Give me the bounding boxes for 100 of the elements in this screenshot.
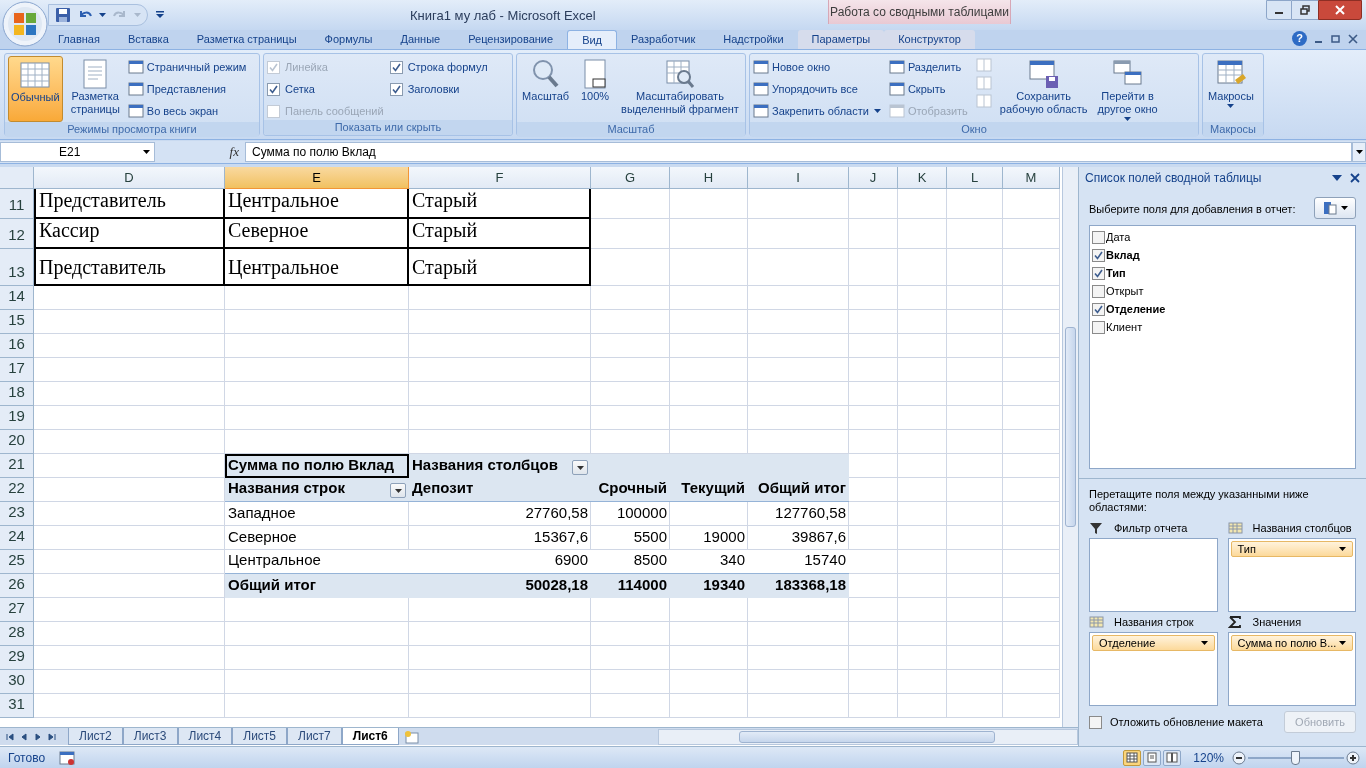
name-box[interactable]: E21	[0, 142, 155, 162]
ribbon-tab[interactable]: Конструктор	[884, 30, 975, 49]
ribbon-button[interactable]: Скрыть	[888, 80, 970, 98]
horizontal-scrollbar[interactable]	[658, 728, 1078, 745]
sheet-nav-icon[interactable]	[6, 732, 14, 741]
column-header[interactable]: D	[34, 167, 225, 189]
ribbon-tab[interactable]: Вставка	[113, 30, 183, 49]
restore-icon[interactable]	[1330, 33, 1340, 44]
sheet-tab[interactable]: Лист3	[122, 728, 178, 745]
customize-toolbar-icon[interactable]	[156, 11, 164, 19]
column-header[interactable]: G	[591, 167, 670, 189]
row-header[interactable]: 12	[0, 219, 34, 249]
close-icon[interactable]	[1350, 173, 1360, 183]
ribbon-tab[interactable]: Вид	[567, 30, 618, 49]
macro-record-icon[interactable]	[59, 750, 76, 765]
dropdown-button[interactable]	[390, 483, 406, 498]
row-header[interactable]: 13	[0, 249, 34, 286]
field-button[interactable]: Отделение	[1092, 635, 1215, 651]
formula-field[interactable]: Сумма по полю Вклад	[245, 142, 1352, 162]
row-header[interactable]: 17	[0, 358, 34, 382]
row-header[interactable]: 20	[0, 430, 34, 454]
row-header[interactable]: 28	[0, 622, 34, 646]
checkbox[interactable]: Заголовки	[389, 80, 488, 98]
row-header[interactable]: 31	[0, 694, 34, 718]
ribbon-tab[interactable]: Разметка страницы	[182, 30, 311, 49]
row-header[interactable]: 23	[0, 502, 34, 526]
ribbon-tab[interactable]: Данные	[386, 30, 455, 49]
sheet-tab[interactable]: Лист7	[287, 728, 342, 745]
row-header[interactable]: 19	[0, 406, 34, 430]
column-header[interactable]: K	[898, 167, 947, 189]
row-header[interactable]: 27	[0, 598, 34, 622]
view-button[interactable]	[1123, 749, 1142, 766]
field-button[interactable]: Сумма по полю В...	[1230, 635, 1353, 651]
ribbon-button[interactable]: Масштаб	[520, 56, 572, 122]
column-header[interactable]: H	[670, 167, 748, 189]
field-checkbox[interactable]: Открыт	[1092, 282, 1353, 300]
layout-button[interactable]	[1314, 197, 1356, 219]
field-checkbox[interactable]: Тип	[1092, 264, 1353, 282]
slider-thumb[interactable]	[1291, 750, 1301, 765]
view-button[interactable]	[1163, 749, 1182, 766]
row-header[interactable]: 26	[0, 574, 34, 598]
close-button[interactable]	[1318, 0, 1362, 20]
row-header[interactable]: 14	[0, 286, 34, 310]
ribbon-tab[interactable]: Рецензирование	[454, 30, 568, 49]
restore-button[interactable]	[1292, 0, 1318, 20]
expand-button[interactable]	[1352, 142, 1366, 162]
row-header[interactable]: 22	[0, 478, 34, 502]
sheet-tab[interactable]: Лист5	[232, 728, 287, 745]
save-icon[interactable]	[55, 7, 71, 23]
ribbon-button[interactable]: Представления	[127, 80, 249, 98]
minimize-button[interactable]	[1266, 0, 1292, 20]
ribbon-button[interactable]: Разделить	[888, 58, 970, 76]
ribbon-button[interactable]: Упорядочить все	[753, 80, 883, 98]
sheet-tab[interactable]: Лист4	[177, 728, 233, 745]
ribbon-tab[interactable]: Надстройки	[709, 30, 798, 49]
column-header[interactable]: E	[225, 167, 409, 189]
ribbon-tab[interactable]: Формулы	[310, 30, 387, 49]
ribbon-button[interactable]: Новое окно	[753, 58, 883, 76]
field-button[interactable]: Тип	[1230, 541, 1353, 557]
vertical-scrollbar[interactable]	[1062, 167, 1078, 727]
field-checkbox[interactable]: Вклад	[1092, 246, 1353, 264]
field-checkbox[interactable]: Клиент	[1092, 318, 1353, 336]
ribbon-tab[interactable]: Главная	[44, 30, 114, 49]
ribbon-button[interactable]: Сохранить рабочую область	[997, 56, 1090, 122]
function-button[interactable]: fx	[229, 142, 239, 162]
ribbon-button[interactable]: Во весь экран	[127, 102, 249, 120]
drop-area[interactable]: Сумма по полю В...	[1227, 632, 1356, 706]
column-header[interactable]: I	[748, 167, 849, 189]
row-header[interactable]: 21	[0, 454, 34, 478]
row-header[interactable]: 25	[0, 550, 34, 574]
column-header[interactable]: L	[947, 167, 1003, 189]
field-checkbox[interactable]: Отделение	[1092, 300, 1353, 318]
ribbon-button[interactable]: 100%	[577, 56, 614, 122]
row-header[interactable]: 15	[0, 310, 34, 334]
ribbon-button[interactable]: Макросы	[1206, 56, 1256, 122]
zoom-in-icon[interactable]	[1346, 750, 1360, 765]
ribbon-button[interactable]: Разметка страницы	[68, 56, 122, 122]
drop-area[interactable]: Отделение	[1089, 632, 1218, 706]
sheet-tab[interactable]: Лист6	[341, 728, 399, 745]
column-header[interactable]: J	[849, 167, 898, 189]
row-header[interactable]: 11	[0, 189, 34, 219]
column-header[interactable]: F	[409, 167, 591, 189]
minimize-icon[interactable]	[1315, 40, 1322, 43]
column-header[interactable]: M	[1003, 167, 1060, 189]
row-header[interactable]: 16	[0, 334, 34, 358]
sheet-tab[interactable]: Лист2	[68, 728, 123, 745]
close-icon[interactable]	[1348, 33, 1358, 44]
ribbon-button[interactable]: Обычный	[8, 56, 63, 122]
checkbox[interactable]: Сетка	[267, 80, 384, 98]
dropdown-icon[interactable]	[1332, 173, 1342, 183]
sheet-nav-icon[interactable]	[48, 732, 56, 741]
ribbon-tab[interactable]: Параметры	[797, 30, 885, 49]
ribbon-tab[interactable]: Разработчик	[617, 30, 710, 49]
row-header[interactable]: 24	[0, 526, 34, 550]
row-header[interactable]: 18	[0, 382, 34, 406]
ribbon-button[interactable]: Закрепить области	[753, 102, 883, 120]
defer-update-checkbox[interactable]: Отложить обновление макета	[1089, 713, 1263, 731]
help-button[interactable]: ?	[1292, 31, 1307, 46]
ribbon-button[interactable]: Перейти в другое окно	[1095, 56, 1160, 122]
field-checkbox[interactable]: Дата	[1092, 228, 1353, 246]
